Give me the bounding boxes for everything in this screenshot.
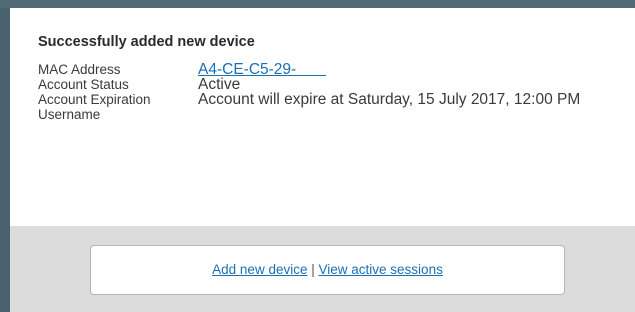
mac-address-redacted (296, 62, 327, 76)
window-frame-left (0, 8, 10, 312)
username-label: Username (38, 107, 101, 122)
account-expiration-label: Account Expiration (38, 92, 151, 107)
view-active-sessions-link[interactable]: View active sessions (319, 262, 443, 277)
username-value (198, 107, 580, 122)
confirmation-title: Successfully added new device (38, 34, 255, 50)
actions-box: Add new device | View active sessions (90, 245, 565, 295)
actions-separator: | (311, 262, 315, 277)
account-status-row: Account Status Active (38, 76, 580, 93)
add-new-device-link[interactable]: Add new device (212, 262, 307, 277)
content-panel: Successfully added new device MAC Addres… (10, 8, 635, 312)
account-expiration-row: Account Expiration Account will expire a… (38, 91, 581, 108)
confirmation-card: Successfully added new device MAC Addres… (10, 8, 635, 226)
mac-address-row: MAC Address A4-CE-C5-29- (38, 62, 580, 77)
account-expiration-value: Account will expire at Saturday, 15 July… (198, 91, 581, 108)
account-status-value: Active (198, 76, 241, 93)
window-frame-top (0, 0, 635, 8)
username-row: Username (38, 107, 580, 122)
mac-address-label: MAC Address (38, 62, 121, 77)
device-info-table: MAC Address A4-CE-C5-29- Account Status … (38, 62, 580, 122)
mac-address-value[interactable]: A4-CE-C5-29- (198, 62, 580, 77)
account-status-label: Account Status (38, 77, 129, 92)
